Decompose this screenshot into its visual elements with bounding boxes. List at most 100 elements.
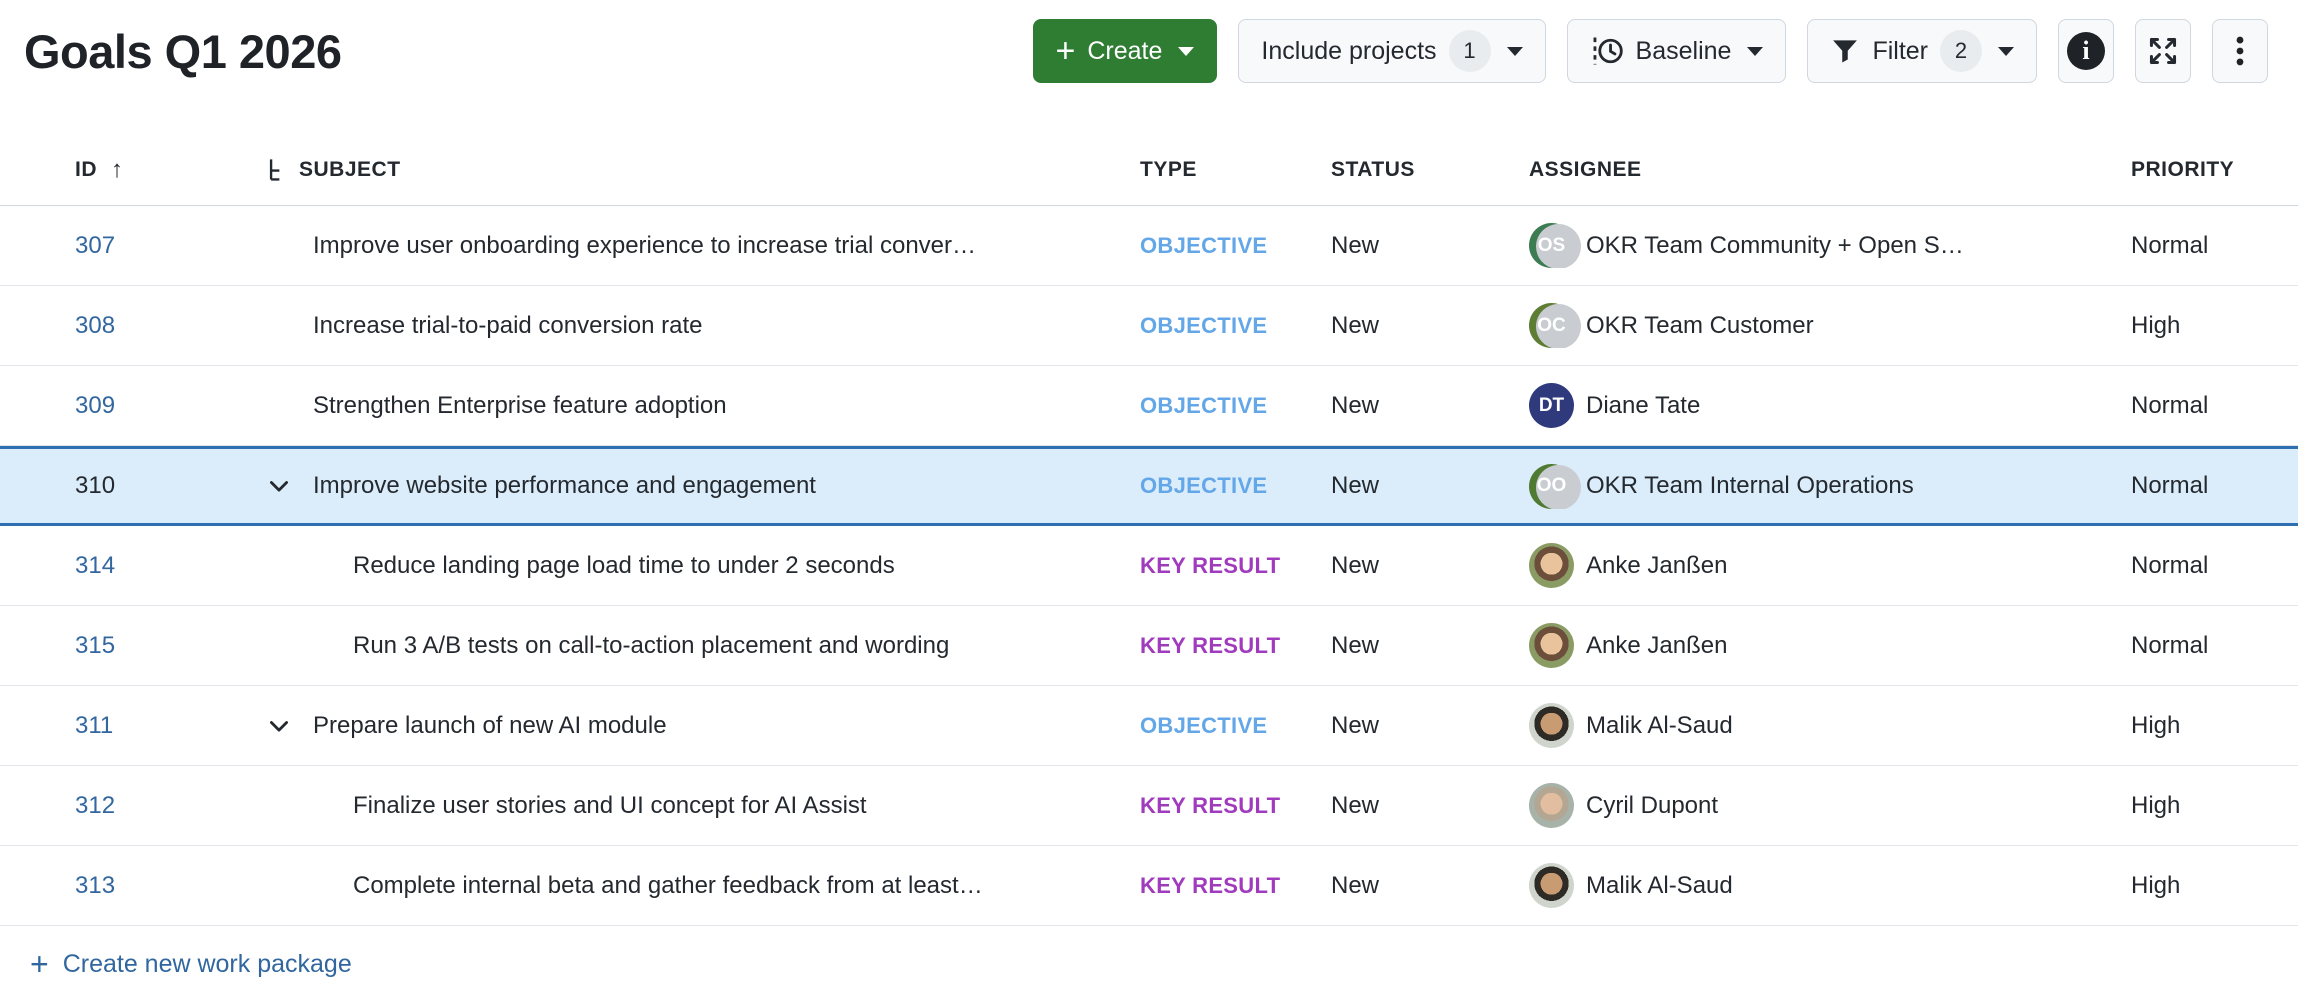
filter-funnel-icon [1830,36,1860,66]
baseline-button[interactable]: Baseline [1567,19,1787,83]
fullscreen-button[interactable] [2135,19,2191,83]
row-type[interactable]: KEY RESULT [1140,633,1331,659]
row-subject[interactable]: Strengthen Enterprise feature adoption [313,392,1140,420]
row-status[interactable]: New [1331,312,1529,340]
row-priority[interactable]: High [2131,872,2298,900]
table-row[interactable]: 311 Prepare launch of new AI module OBJE… [0,686,2298,766]
row-status[interactable]: New [1331,552,1529,580]
row-type[interactable]: OBJECTIVE [1140,393,1331,419]
row-id-cell: 314 [75,552,265,580]
row-status[interactable]: New [1331,472,1529,500]
row-assignee-cell[interactable]: Malik Al-Saud [1529,703,2131,748]
row-status[interactable]: New [1331,872,1529,900]
create-button[interactable]: + Create [1033,19,1218,83]
row-type[interactable]: KEY RESULT [1140,793,1331,819]
row-type[interactable]: KEY RESULT [1140,553,1331,579]
row-subject[interactable]: Run 3 A/B tests on call-to-action placem… [313,632,1140,660]
collapse-children-icon[interactable] [265,712,293,740]
work-package-table: ID ↑ SUBJECT TYPE STATUS ASSIGNEE PRIORI… [0,134,2298,926]
chevron-down-icon [1507,47,1523,56]
table-row[interactable]: 314 Reduce landing page load time to und… [0,526,2298,606]
row-assignee-name: OKR Team Community + Open S… [1586,232,1964,260]
table-row[interactable]: 312 Finalize user stories and UI concept… [0,766,2298,846]
column-header-priority[interactable]: PRIORITY [2131,158,2298,182]
column-header-subject[interactable]: SUBJECT [265,157,1140,183]
row-priority[interactable]: Normal [2131,232,2298,260]
chevron-down-icon [1747,47,1763,56]
row-subject[interactable]: Increase trial-to-paid conversion rate [313,312,1140,340]
row-assignee-name: Cyril Dupont [1586,792,1718,820]
row-status[interactable]: New [1331,792,1529,820]
row-type[interactable]: OBJECTIVE [1140,233,1331,259]
row-type[interactable]: OBJECTIVE [1140,313,1331,339]
row-priority[interactable]: Normal [2131,392,2298,420]
row-assignee-cell[interactable]: DT Diane Tate [1529,383,2131,428]
table-row[interactable]: 308 Increase trial-to-paid conversion ra… [0,286,2298,366]
avatar: DT [1529,383,1574,428]
table-row[interactable]: 307 Improve user onboarding experience t… [0,206,2298,286]
kebab-menu-icon [2225,34,2255,68]
row-assignee-cell[interactable]: OC OKR Team Customer [1529,303,2131,348]
table-row[interactable]: 313 Complete internal beta and gather fe… [0,846,2298,926]
create-new-work-package-link[interactable]: + Create new work package [30,948,352,980]
row-assignee-cell[interactable]: OS OKR Team Community + Open S… [1529,223,2131,268]
row-subject[interactable]: Complete internal beta and gather feedba… [313,872,1140,900]
row-subject[interactable]: Prepare launch of new AI module [313,712,1140,740]
row-id-link[interactable]: 307 [75,232,115,259]
row-priority[interactable]: High [2131,312,2298,340]
column-header-type[interactable]: TYPE [1140,158,1331,182]
avatar-photo [1529,623,1574,668]
row-status[interactable]: New [1331,232,1529,260]
row-type[interactable]: OBJECTIVE [1140,473,1331,499]
row-type[interactable]: KEY RESULT [1140,873,1331,899]
row-id-cell: 307 [75,232,265,260]
row-id-cell: 309 [75,392,265,420]
row-subject[interactable]: Reduce landing page load time to under 2… [313,552,1140,580]
row-assignee-name: Malik Al-Saud [1586,872,1733,900]
row-subject[interactable]: Finalize user stories and UI concept for… [313,792,1140,820]
row-id-link[interactable]: 310 [75,472,115,499]
column-header-id[interactable]: ID ↑ [75,156,265,184]
row-priority[interactable]: High [2131,712,2298,740]
row-id-link[interactable]: 311 [75,712,113,739]
row-subject[interactable]: Improve user onboarding experience to in… [313,232,1140,260]
table-row[interactable]: 309 Strengthen Enterprise feature adopti… [0,366,2298,446]
row-assignee-cell[interactable]: Cyril Dupont [1529,783,2131,828]
include-projects-button[interactable]: Include projects 1 [1238,19,1545,83]
more-options-button[interactable] [2212,19,2268,83]
table-row[interactable]: 315 Run 3 A/B tests on call-to-action pl… [0,606,2298,686]
row-status[interactable]: New [1331,712,1529,740]
info-button[interactable]: i [2058,19,2114,83]
row-id-link[interactable]: 314 [75,552,115,579]
create-button-label: Create [1087,37,1162,66]
row-assignee-cell[interactable]: OO OKR Team Internal Operations [1529,464,2131,509]
filter-button[interactable]: Filter 2 [1807,19,2037,83]
row-priority[interactable]: Normal [2131,552,2298,580]
row-status[interactable]: New [1331,632,1529,660]
row-id-cell: 312 [75,792,265,820]
column-header-assignee[interactable]: ASSIGNEE [1529,158,2131,182]
row-id-link[interactable]: 313 [75,872,115,899]
sort-ascending-icon: ↑ [111,156,124,184]
row-id-link[interactable]: 312 [75,792,115,819]
row-type[interactable]: OBJECTIVE [1140,713,1331,739]
row-priority[interactable]: Normal [2131,472,2298,500]
filter-count-badge: 2 [1940,30,1982,72]
collapse-children-icon[interactable] [265,472,293,500]
row-assignee-cell[interactable]: Anke Janßen [1529,543,2131,588]
row-id-link[interactable]: 315 [75,632,115,659]
row-priority[interactable]: Normal [2131,632,2298,660]
avatar: OO [1529,464,1574,509]
row-id-link[interactable]: 309 [75,392,115,419]
baseline-clock-icon [1590,34,1624,68]
table-row[interactable]: 310 Improve website performance and enga… [0,446,2298,526]
row-subject[interactable]: Improve website performance and engageme… [313,472,1140,500]
avatar-photo [1529,703,1574,748]
column-header-status[interactable]: STATUS [1331,158,1529,182]
row-status[interactable]: New [1331,392,1529,420]
row-assignee-cell[interactable]: Anke Janßen [1529,623,2131,668]
row-toggle-cell [265,232,313,260]
row-assignee-cell[interactable]: Malik Al-Saud [1529,863,2131,908]
row-id-link[interactable]: 308 [75,312,115,339]
row-priority[interactable]: High [2131,792,2298,820]
